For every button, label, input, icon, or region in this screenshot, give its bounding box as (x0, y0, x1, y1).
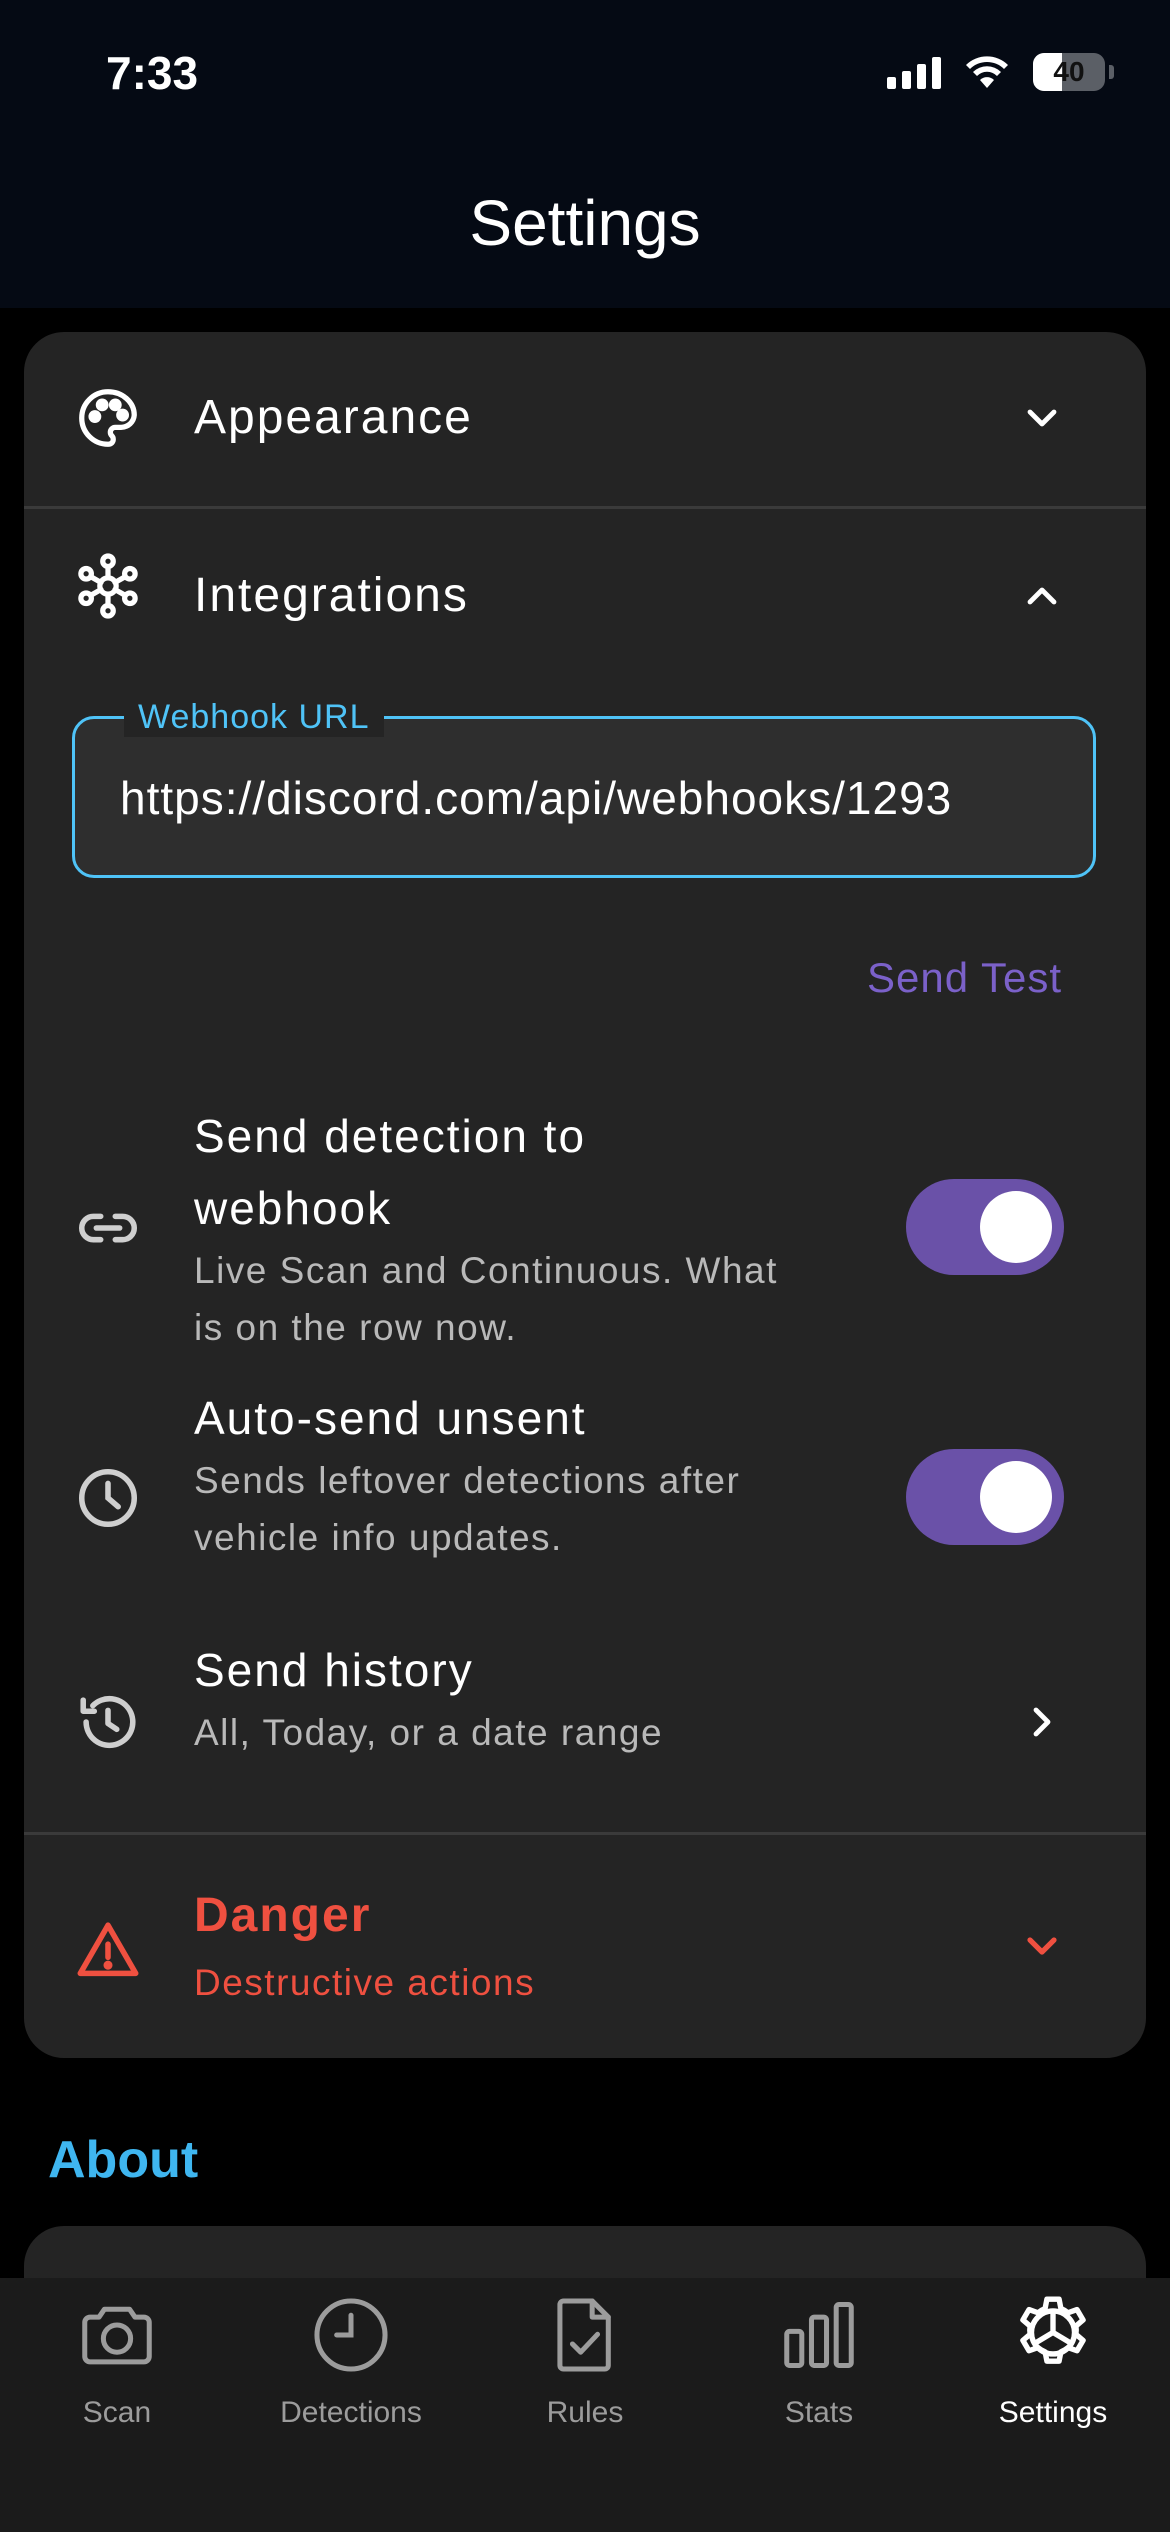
divider (24, 1832, 1146, 1835)
send-detection-title-line1: Send detection to (194, 1110, 587, 1162)
appearance-section-header[interactable]: Appearance (24, 332, 1146, 506)
camera-icon (82, 2306, 152, 2365)
palette-icon (70, 380, 146, 456)
send-detection-toggle[interactable] (906, 1179, 1064, 1275)
page-title: Settings (469, 187, 701, 259)
tab-stats[interactable]: Stats (702, 2278, 936, 2478)
battery-percent: 40 (1053, 56, 1085, 87)
cellular-signal-icon (887, 55, 941, 89)
status-time: 7:33 (106, 47, 199, 99)
danger-subtitle: Destructive actions (194, 1962, 536, 2003)
auto-send-subtitle-line1: Sends leftover detections after (194, 1460, 741, 1501)
chevron-up-icon (1027, 587, 1057, 605)
network-hub-icon (70, 548, 146, 624)
tab-label: Stats (784, 2396, 854, 2429)
document-check-icon (557, 2298, 611, 2372)
appearance-title: Appearance (194, 391, 473, 444)
send-detection-subtitle-line2: is on the row now. (194, 1307, 518, 1348)
tab-rules[interactable]: Rules (468, 2278, 702, 2478)
tab-label: Scan (82, 2396, 152, 2429)
tab-label: Settings (998, 2396, 1108, 2429)
auto-send-subtitle-line2: vehicle info updates. (194, 1517, 563, 1558)
send-detection-title-line2: webhook (194, 1182, 393, 1234)
send-history-subtitle: All, Today, or a date range (194, 1712, 664, 1753)
tab-detections[interactable]: Detections (234, 2278, 468, 2478)
header: Settings (0, 150, 1170, 308)
webhook-url-input[interactable] (120, 766, 1070, 830)
gear-icon (1020, 2296, 1086, 2364)
webhook-url-label: Webhook URL (124, 698, 384, 737)
bar-chart-icon (784, 2302, 854, 2368)
danger-title: Danger (194, 1889, 372, 1942)
clock-icon (314, 2298, 388, 2372)
chevron-right-icon (1033, 1707, 1051, 1737)
auto-send-toggle[interactable] (906, 1449, 1064, 1545)
chevron-down-icon (1027, 409, 1057, 427)
send-detection-subtitle-line1: Live Scan and Continuous. What (194, 1250, 778, 1291)
tab-bar: Scan Detections Rules Stats Settings (0, 2278, 1170, 2532)
chevron-down-icon (1027, 1937, 1057, 1955)
divider (24, 506, 1146, 509)
send-history-title: Send history (194, 1644, 474, 1696)
danger-section-header[interactable] (24, 1836, 1146, 2058)
battery-tip (1109, 65, 1114, 79)
status-icons: 40 (887, 50, 1114, 94)
warning-icon (70, 1912, 146, 1988)
tab-scan[interactable]: Scan (0, 2278, 234, 2478)
settings-card: Appearance Integrations Webhook URL Send… (24, 332, 1146, 2058)
toggle-knob (980, 1191, 1052, 1263)
link-icon (70, 1190, 146, 1266)
wifi-icon (966, 56, 1008, 88)
history-icon (70, 1684, 146, 1760)
status-bar: 7:33 40 (0, 0, 1170, 150)
clock-icon (70, 1460, 146, 1536)
tab-label: Rules (546, 2396, 624, 2429)
about-heading: About (48, 2131, 199, 2189)
tab-label: Detections (280, 2396, 422, 2429)
send-test-button[interactable]: Send Test (867, 954, 1062, 1002)
integrations-title: Integrations (194, 569, 469, 622)
integrations-section-header[interactable]: Integrations (24, 510, 1146, 660)
tab-settings[interactable]: Settings (936, 2278, 1170, 2478)
toggle-knob (980, 1461, 1052, 1533)
auto-send-title: Auto-send unsent (194, 1392, 587, 1444)
battery-icon: 40 (1033, 53, 1105, 91)
